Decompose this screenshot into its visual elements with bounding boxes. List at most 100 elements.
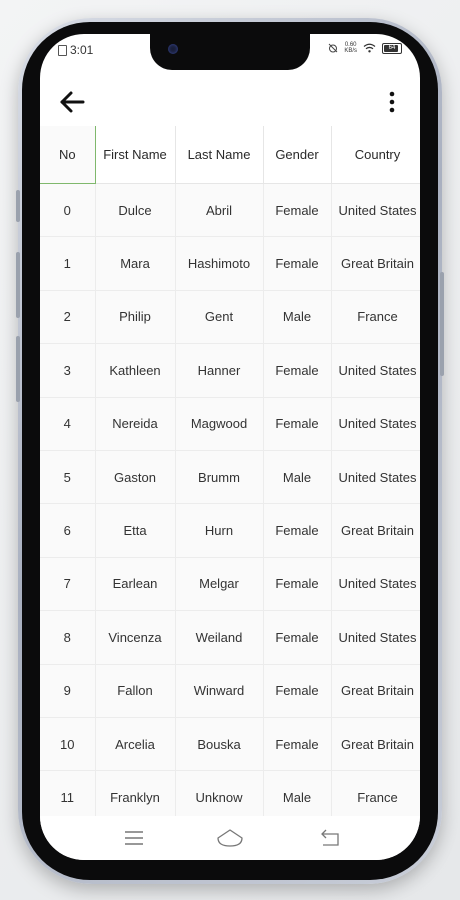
front-camera — [168, 44, 178, 54]
cell-no: 9 — [40, 664, 96, 718]
cell-country: Great Britain — [331, 717, 420, 772]
cell-last-name: Hanner — [175, 343, 264, 398]
more-vertical-icon — [389, 91, 395, 113]
cell-country: United States — [331, 343, 420, 398]
data-table-container[interactable]: No First Name Last Name Gender Country 0… — [40, 126, 420, 816]
cell-first-name: Gaston — [95, 450, 176, 505]
cell-last-name: Brumm — [175, 450, 264, 505]
cell-last-name: Winward — [175, 664, 264, 718]
alarm-off-icon — [328, 43, 338, 53]
battery-icon: 64 — [382, 42, 402, 54]
status-right: 0.60 KB/s 64 — [328, 42, 402, 54]
cell-first-name: Dulce — [95, 183, 176, 238]
sim-icon — [58, 44, 67, 56]
cell-no: 7 — [40, 557, 96, 612]
table-row[interactable]: 11 Franklyn Unknow Male France — [40, 770, 420, 816]
cell-gender: Female — [263, 664, 332, 718]
cell-gender: Female — [263, 236, 332, 291]
cell-country: United States — [331, 557, 420, 612]
back-button[interactable] — [56, 86, 88, 118]
cell-gender: Female — [263, 503, 332, 558]
home-button[interactable] — [216, 826, 244, 850]
phone-screen: 3:01 0.60 KB/s 64 No First Name Last Nam… — [40, 34, 420, 860]
cell-first-name: Earlean — [95, 557, 176, 612]
cell-no: 2 — [40, 290, 96, 345]
cell-last-name: Weiland — [175, 610, 264, 665]
cell-country: United States — [331, 450, 420, 505]
cell-first-name: Vincenza — [95, 610, 176, 665]
system-nav-bar — [40, 816, 420, 860]
power-button — [440, 272, 444, 376]
back-nav-button[interactable] — [318, 826, 342, 850]
table-row[interactable]: 7 Earlean Melgar Female United States — [40, 557, 420, 612]
header-first-name[interactable]: First Name — [95, 126, 176, 184]
cell-first-name: Franklyn — [95, 770, 176, 816]
cell-first-name: Etta — [95, 503, 176, 558]
cell-country: United States — [331, 610, 420, 665]
header-gender[interactable]: Gender — [263, 126, 332, 184]
table-body: 0 Dulce Abril Female United States 1 Mara Hashi… — [40, 183, 420, 816]
cell-last-name: Abril — [175, 183, 264, 238]
table-row[interactable]: 8 Vincenza Weiland Female United States — [40, 610, 420, 665]
cell-country: Great Britain — [331, 503, 420, 558]
table-row[interactable]: 9 Fallon Winward Female Great Britain — [40, 664, 420, 718]
battery-level: 64 — [388, 44, 396, 51]
table-row[interactable]: 3 Kathleen Hanner Female United States — [40, 343, 420, 398]
cell-gender: Male — [263, 450, 332, 505]
header-country[interactable]: Country — [331, 126, 420, 184]
cell-gender: Female — [263, 557, 332, 612]
cell-no: 3 — [40, 343, 96, 398]
more-options-button[interactable] — [380, 86, 404, 118]
cell-no: 11 — [40, 770, 96, 816]
table-row[interactable]: 5 Gaston Brumm Male United States — [40, 450, 420, 505]
cell-last-name: Magwood — [175, 397, 264, 451]
cell-country: France — [331, 290, 420, 345]
cell-no: 1 — [40, 236, 96, 291]
cell-last-name: Unknow — [175, 770, 264, 816]
cell-no: 10 — [40, 717, 96, 772]
arrow-left-icon — [60, 91, 85, 113]
cell-last-name: Hashimoto — [175, 236, 264, 291]
table-row[interactable]: 1 Mara Hashimoto Female Great Britain — [40, 236, 420, 291]
cell-first-name: Mara — [95, 236, 176, 291]
cell-first-name: Arcelia — [95, 717, 176, 772]
cell-no: 0 — [40, 183, 96, 238]
cell-country: Great Britain — [331, 664, 420, 718]
table-row[interactable]: 4 Nereida Magwood Female United States — [40, 397, 420, 451]
cell-gender: Male — [263, 770, 332, 816]
cell-last-name: Melgar — [175, 557, 264, 612]
table-row[interactable]: 6 Etta Hurn Female Great Britain — [40, 503, 420, 558]
hamburger-icon — [125, 831, 143, 845]
data-table: No First Name Last Name Gender Country 0… — [40, 126, 420, 816]
cell-first-name: Philip — [95, 290, 176, 345]
status-time: 3:01 — [70, 43, 94, 57]
cell-gender: Female — [263, 183, 332, 238]
header-last-name[interactable]: Last Name — [175, 126, 264, 184]
cell-last-name: Hurn — [175, 503, 264, 558]
table-row[interactable]: 2 Philip Gent Male France — [40, 290, 420, 345]
cell-gender: Female — [263, 610, 332, 665]
app-bar — [40, 78, 420, 126]
net-speed-unit: KB/s — [344, 48, 357, 54]
cell-last-name: Gent — [175, 290, 264, 345]
table-header: No First Name Last Name Gender Country — [40, 126, 420, 184]
cell-country: Great Britain — [331, 236, 420, 291]
table-row[interactable]: 0 Dulce Abril Female United States — [40, 183, 420, 238]
table-row[interactable]: 10 Arcelia Bouska Female Great Britain — [40, 717, 420, 772]
wifi-icon — [363, 43, 376, 53]
cell-no: 5 — [40, 450, 96, 505]
cell-first-name: Fallon — [95, 664, 176, 718]
cell-last-name: Bouska — [175, 717, 264, 772]
cell-no: 8 — [40, 610, 96, 665]
cell-first-name: Kathleen — [95, 343, 176, 398]
recent-apps-button[interactable] — [122, 826, 146, 850]
home-icon — [217, 829, 243, 847]
volume-down-button — [16, 336, 20, 402]
mute-switch — [16, 190, 20, 222]
cell-gender: Female — [263, 717, 332, 772]
cell-gender: Female — [263, 397, 332, 451]
cell-gender: Female — [263, 343, 332, 398]
cell-no: 6 — [40, 503, 96, 558]
header-no[interactable]: No — [40, 126, 96, 184]
cell-first-name: Nereida — [95, 397, 176, 451]
